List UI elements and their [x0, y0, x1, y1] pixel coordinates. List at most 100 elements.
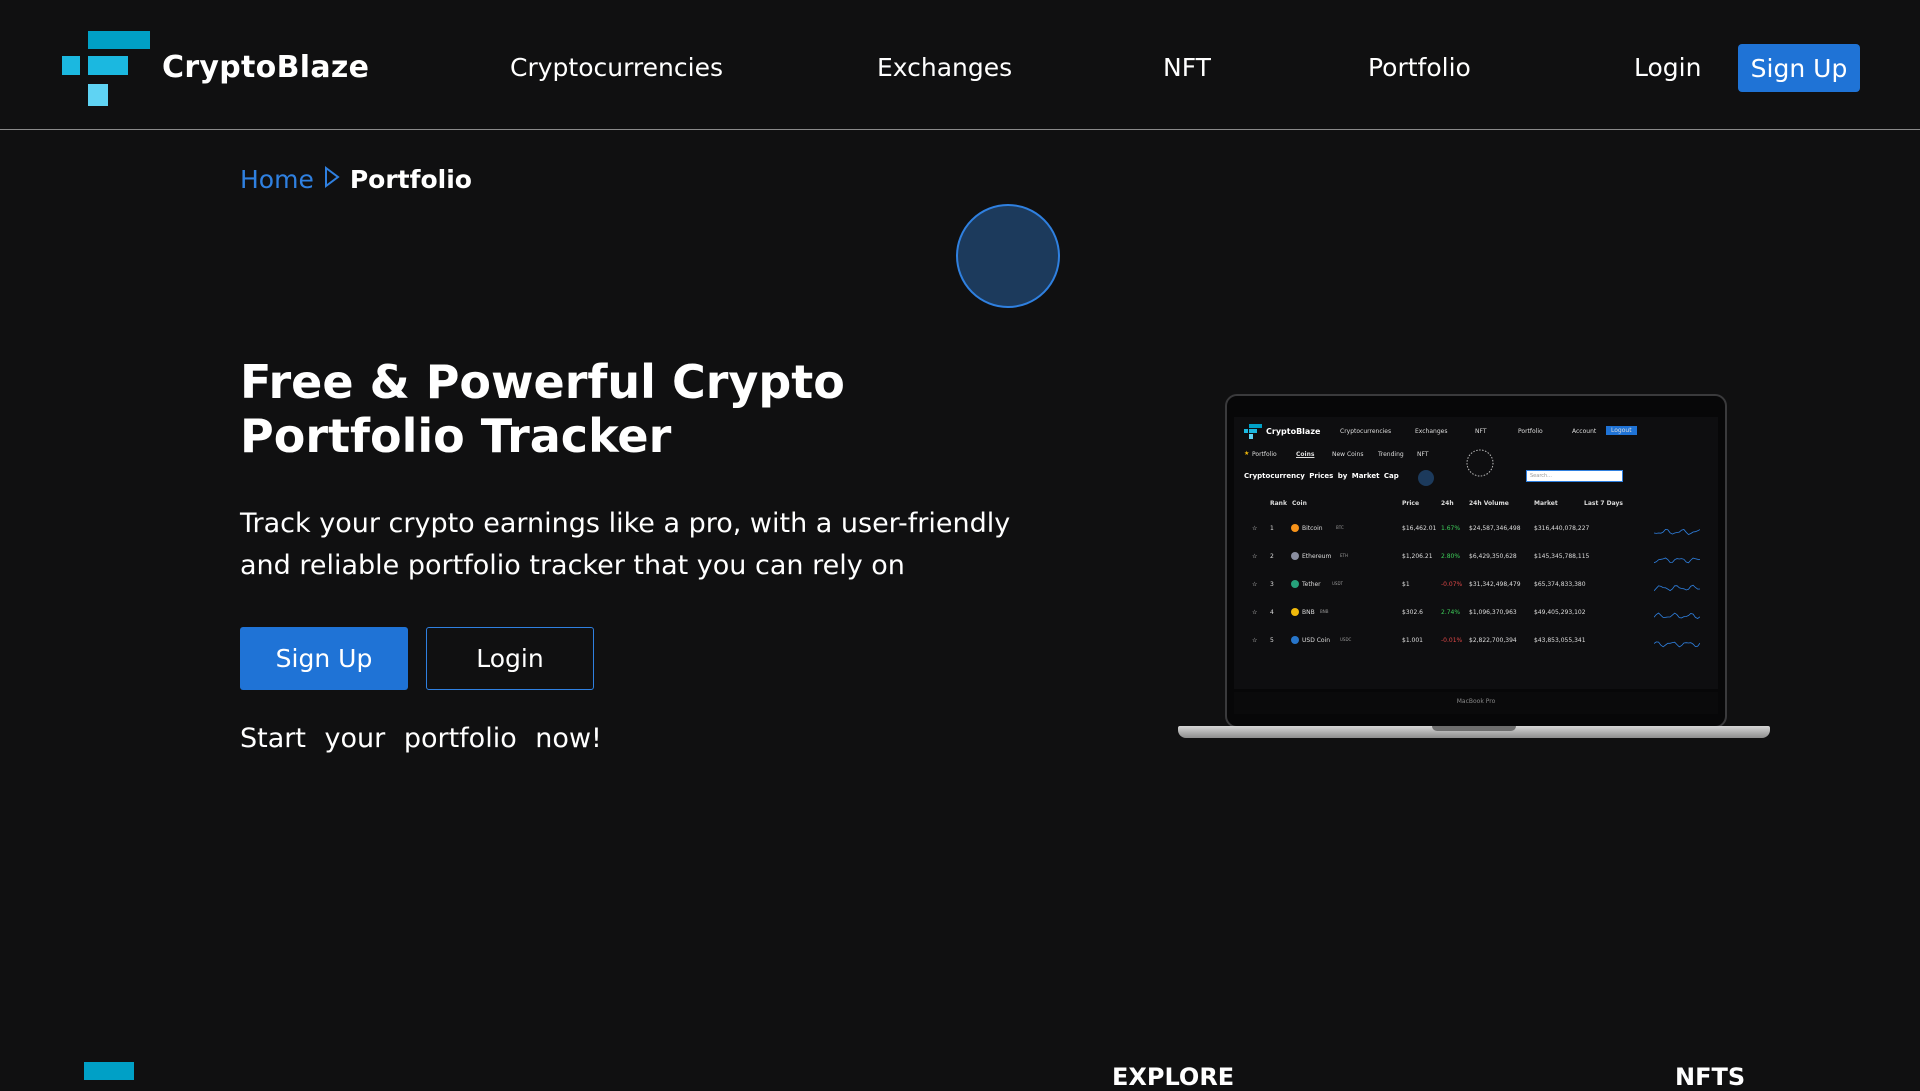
mini-row-change: 2.74%: [1441, 609, 1461, 616]
login-link[interactable]: Login: [1634, 53, 1701, 82]
mini-row-symbol: BTC: [1336, 525, 1344, 530]
mini-col-last7: Last 7 Days: [1584, 500, 1623, 507]
mini-rotating-badge-icon: [1466, 449, 1494, 477]
mini-row-change: -0.07%: [1441, 581, 1463, 588]
mini-logout-button: Logout: [1606, 426, 1637, 435]
mini-row-rank: 4: [1270, 609, 1274, 616]
mini-col-rank: Rank: [1270, 500, 1287, 507]
mini-account-link: Account: [1572, 428, 1597, 435]
btc-coin-icon: [1291, 524, 1299, 532]
mini-tab-new-coins: New Coins: [1332, 451, 1364, 458]
breadcrumb-home-link[interactable]: Home: [240, 165, 314, 194]
mini-row-change: 2.80%: [1441, 553, 1461, 560]
mini-table-row: ☆ 5 USD Coin $1.001 -0.01% $2,822,700,394 $43,…: [1234, 636, 1718, 651]
mini-row-price: $1: [1402, 581, 1410, 588]
footer-explore-heading: EXPLORE: [1112, 1063, 1235, 1091]
mini-row-market: $65,374,833,380: [1534, 581, 1586, 588]
mini-brand-name: CryptoBlaze: [1266, 427, 1321, 436]
mini-nav-exchanges: Exchanges: [1415, 428, 1448, 435]
mini-row-star-icon: ☆: [1252, 525, 1258, 532]
mini-row-symbol: ETH: [1340, 553, 1348, 558]
mini-row-symbol: USDT: [1332, 581, 1343, 586]
mini-row-price: $1,206.21: [1402, 553, 1433, 560]
mini-row-symbol: USDC: [1340, 637, 1352, 642]
hero-title: Free & Powerful Crypto Portfolio Tracker: [240, 355, 845, 463]
mini-row-market: $316,440,078,227: [1534, 525, 1590, 532]
mini-tab-portfolio: Portfolio: [1252, 451, 1277, 458]
mini-row-sparkline: [1654, 612, 1700, 619]
mini-row-star-icon: ☆: [1252, 609, 1258, 616]
nav-exchanges[interactable]: Exchanges: [877, 53, 1012, 82]
mini-decorative-circle: [1418, 470, 1434, 486]
mini-row-market: $145,345,788,115: [1534, 553, 1590, 560]
laptop-model-label: MacBook Pro: [1456, 698, 1496, 705]
footer-logo-icon: [84, 1062, 134, 1080]
mini-row-price: $302.6: [1402, 609, 1423, 616]
mini-row-coin: BNB: [1302, 609, 1315, 616]
mini-row-star-icon: ☆: [1252, 637, 1258, 644]
mini-row-market: $49,405,293,102: [1534, 609, 1586, 616]
mini-table-row: ☆ 4 BNB $302.6 2.74% $1,096,370,963 $49,405,29…: [1234, 608, 1718, 623]
eth-coin-icon: [1291, 552, 1299, 560]
mini-row-sparkline: [1654, 641, 1700, 648]
usdt-coin-icon: [1291, 580, 1299, 588]
nav-nft[interactable]: NFT: [1163, 53, 1211, 82]
footer-nfts-heading: NFTS: [1675, 1063, 1746, 1091]
mini-row-star-icon: ☆: [1252, 553, 1258, 560]
mini-star-icon: ★: [1244, 450, 1250, 457]
mini-row-coin: Tether: [1302, 581, 1321, 588]
start-portfolio-text: Start your portfolio now!: [240, 723, 602, 754]
mini-tab-coins: Coins: [1296, 451, 1315, 458]
mini-row-star-icon: ☆: [1252, 581, 1258, 588]
mini-nav-nft: NFT: [1475, 428, 1487, 435]
mini-row-price: $16,462.01: [1402, 525, 1437, 532]
mini-row-market: $43,853,055,341: [1534, 637, 1586, 644]
breadcrumb: Home Portfolio: [240, 165, 472, 194]
mini-search-input: Search...: [1526, 470, 1623, 482]
nav-portfolio[interactable]: Portfolio: [1368, 53, 1471, 82]
mini-row-volume: $1,096,370,963: [1469, 609, 1517, 616]
mini-row-rank: 2: [1270, 553, 1274, 560]
mini-row-volume: $2,822,700,394: [1469, 637, 1517, 644]
laptop-base-notch: [1432, 726, 1516, 731]
hero-login-button[interactable]: Login: [426, 627, 594, 690]
chevron-right-icon: [324, 165, 340, 194]
mini-row-symbol: BNB: [1320, 609, 1329, 614]
brand-logo-icon[interactable]: [62, 31, 150, 106]
hero-signup-button[interactable]: Sign Up: [240, 627, 408, 690]
mini-tab-trending: Trending: [1378, 451, 1404, 458]
mini-row-sparkline: [1654, 584, 1700, 592]
decorative-circle: [956, 204, 1060, 308]
mini-row-sparkline: [1654, 528, 1700, 535]
mini-table-row: ☆ 2 Ethereum $1,206.21 2.80% $6,429,350,628 $1…: [1234, 552, 1718, 567]
mini-row-change: 1.67%: [1441, 525, 1461, 532]
mini-row-price: $1.001: [1402, 637, 1423, 644]
mini-table-header: Rank Coin Price 24h 24h Volume Market La…: [1234, 500, 1718, 514]
laptop-mockup: CryptoBlaze Cryptocurrencies Exchanges N…: [1178, 394, 1770, 744]
mini-heading: Cryptocurrency Prices by Market Cap: [1244, 472, 1399, 480]
mini-col-24h: 24h: [1441, 500, 1454, 507]
mini-row-coin: Ethereum: [1302, 553, 1332, 560]
signup-button[interactable]: Sign Up: [1738, 44, 1860, 92]
mini-table-row: ☆ 3 Tether $1 -0.07% $31,342,498,479 $65,374,8…: [1234, 580, 1718, 595]
mini-row-volume: $6,429,350,628: [1469, 553, 1517, 560]
mini-table-row: ☆ 1 Bitcoin $16,462.01 1.67% $24,587,346,498 $…: [1234, 524, 1718, 539]
mini-nav-cryptocurrencies: Cryptocurrencies: [1340, 428, 1392, 435]
laptop-chin: MacBook Pro: [1234, 692, 1718, 714]
mini-row-coin: USD Coin: [1302, 637, 1331, 644]
brand-name[interactable]: CryptoBlaze: [162, 50, 369, 85]
mini-nav-portfolio: Portfolio: [1518, 428, 1543, 435]
mini-row-rank: 1: [1270, 525, 1274, 532]
mini-row-sparkline: [1654, 557, 1700, 564]
mini-row-volume: $24,587,346,498: [1469, 525, 1521, 532]
hero-description: Track your crypto earnings like a pro, w…: [240, 508, 1011, 581]
mini-row-rank: 5: [1270, 637, 1274, 644]
laptop-screen: CryptoBlaze Cryptocurrencies Exchanges N…: [1234, 417, 1718, 689]
breadcrumb-current: Portfolio: [349, 165, 472, 194]
mini-col-market: Market: [1534, 500, 1558, 507]
nav-cryptocurrencies[interactable]: Cryptocurrencies: [510, 53, 723, 82]
mini-col-coin: Coin: [1292, 500, 1307, 507]
top-navbar: CryptoBlaze Cryptocurrencies Exchanges N…: [0, 0, 1920, 130]
mini-row-change: -0.01%: [1441, 637, 1463, 644]
mini-tab-nft: NFT: [1417, 451, 1429, 458]
